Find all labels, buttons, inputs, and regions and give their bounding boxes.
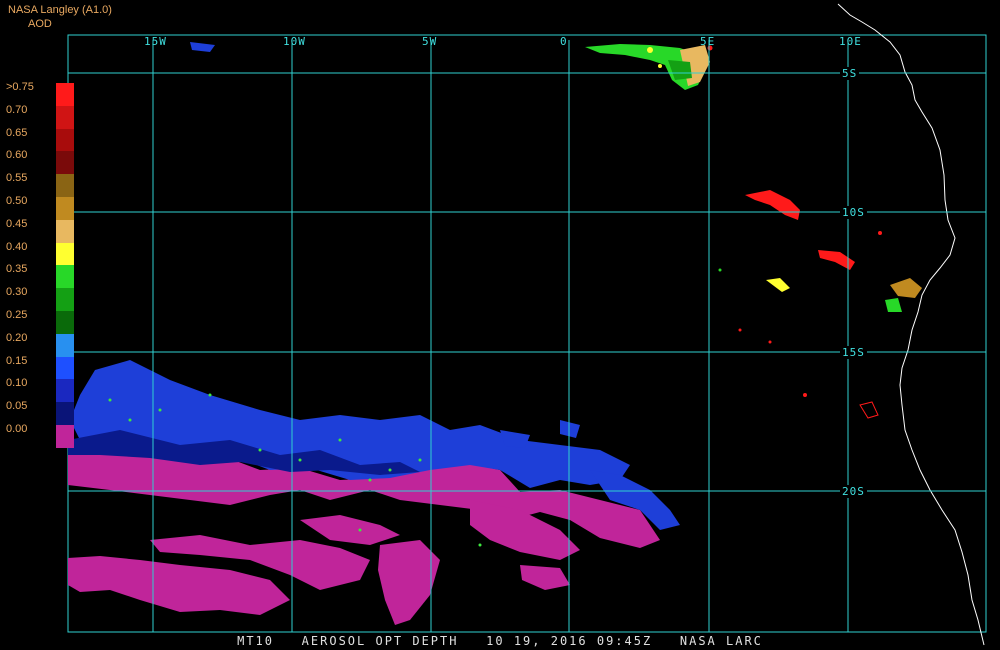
colorbar-label: 0.50 [6,195,28,207]
colorbar-label: 0.30 [6,286,28,299]
latitude-tick-label: 15S [840,346,867,359]
colorbar-swatch [56,265,74,289]
colorbar-swatch [56,288,74,311]
colorbar-swatch [56,151,74,175]
colorbar-label: 0.15 [6,354,28,367]
africa-coastline [837,3,985,646]
colorbar-swatch [56,219,74,243]
variable-label: AOD [28,18,52,30]
longitude-tick-label: 5W [422,35,438,48]
latitude-tick-label: 20S [840,485,867,498]
product-footer: MT10 AEROSOL OPT DEPTH 10 19, 2016 09:45… [237,634,763,648]
colorbar-label: 0.10 [6,377,28,390]
colorbar-label: 0.60 [6,149,28,162]
latitude-tick-label: 10S [840,206,867,219]
longitude-tick-label: 0 [560,35,568,48]
colorbar-swatch [56,402,74,425]
colorbar-label: 0.55 [6,172,28,185]
colorbar-label: 0.65 [6,126,28,139]
source-label: NASA Langley (A1.0) [8,4,112,16]
colorbar-swatch [56,242,74,266]
colorbar-label: 0.40 [6,240,28,253]
colorbar-swatch [56,197,74,220]
colorbar-label: 0.00 [6,423,28,435]
aod-north-plume [585,44,713,90]
longitude-tick-label: 10E [839,35,862,48]
latitude-tick-label: 5S [840,67,860,80]
colorbar-label: 0.20 [6,331,28,344]
colorbar-label: 0.05 [6,400,28,413]
longitude-tick-label: 15W [144,35,167,48]
aod-map [67,3,987,646]
colorbar-label: 0.35 [6,263,28,276]
colorbar-swatch [56,311,74,334]
colorbar-label: 0.45 [6,217,28,230]
longitude-tick-label: 5E [700,35,716,48]
colorbar-label: 0.25 [6,309,28,321]
longitude-tick-label: 10W [283,35,306,48]
colorbar-label: 0.70 [6,103,28,116]
colorbar-swatch [56,333,74,357]
colorbar-swatch [56,83,74,106]
colorbar-swatch [56,128,74,152]
colorbar-label: >0.75 [6,81,34,93]
aod-east-high [718,190,922,419]
colorbar-swatch [56,379,74,403]
colorbar-swatch [56,105,74,129]
colorbar-swatch [56,356,74,380]
colorbar-swatch [56,174,74,197]
colorbar-swatch [56,425,74,448]
